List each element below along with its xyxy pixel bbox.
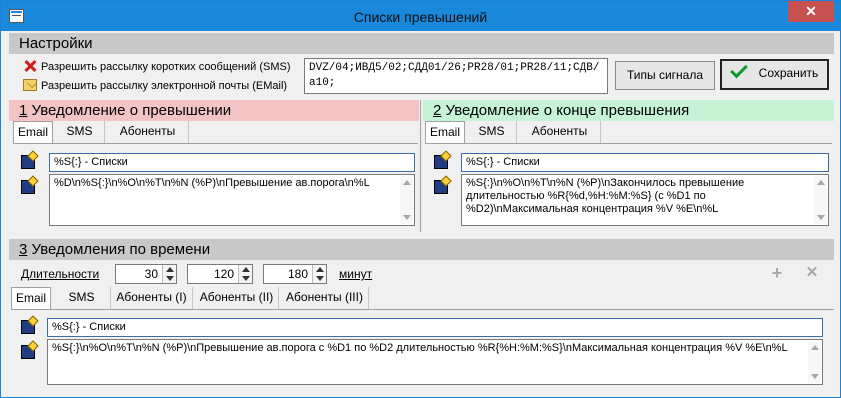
tab-sms[interactable]: SMS: [53, 287, 111, 309]
notify-end-subject[interactable]: %S{:} - Списки: [461, 153, 829, 172]
tab-email[interactable]: Email: [11, 287, 51, 310]
scroll-up-icon[interactable]: [811, 345, 819, 350]
envelope-icon: [23, 79, 37, 91]
email-toggle[interactable]: Разрешить рассылку электронной почты (EM…: [23, 79, 287, 93]
notify-end-number: 2: [433, 102, 442, 119]
template-edit-icon[interactable]: [434, 177, 450, 194]
objects-list-field[interactable]: DVZ/04;ИВД5/02;СДД01/26;PR28/01;PR28/11;…: [304, 58, 608, 94]
sms-toggle[interactable]: Разрешить рассылку коротких сообщений (S…: [23, 60, 290, 74]
tab-subscribers-2[interactable]: Абоненты (II): [195, 287, 279, 309]
template-edit-icon[interactable]: [21, 342, 37, 359]
notify-time-subject[interactable]: %S{:} - Списки: [47, 318, 823, 337]
duration-1-spinner[interactable]: 30: [115, 264, 177, 284]
x-icon[interactable]: ✕: [804, 265, 820, 281]
notify-time-tabs: Email SMS Абоненты (I) Абоненты (II) Або…: [11, 287, 834, 310]
tab-sms[interactable]: SMS: [55, 121, 105, 143]
notify-start-header: 1 Уведомление о превышении: [9, 100, 419, 121]
notify-time-body[interactable]: %S{:}\n%O\n%T\n%N (%P)\nПревышение ав.по…: [47, 339, 823, 385]
notify-end-body-text: %S{:}\n%O\n%T\n%N (%P)\nЗакончилось прев…: [466, 177, 745, 215]
scroll-down-icon[interactable]: [811, 374, 819, 379]
notify-time-title: Уведомления по времени: [31, 241, 211, 258]
tab-subscribers-3[interactable]: Абоненты (III): [281, 287, 369, 309]
email-toggle-label: Разрешить рассылку электронной почты (EM…: [41, 80, 288, 92]
notify-start-body-text: %D\n%S{:}\n%O\n%T\n%N (%P)\nПревышение а…: [54, 177, 370, 189]
durations-link[interactable]: Длительности: [21, 267, 99, 281]
plus-icon[interactable]: +: [769, 264, 785, 282]
notification-lists-window: Списки превышений ✕ Настройки Разрешить …: [0, 0, 841, 398]
spinner-arrows-icon[interactable]: [312, 265, 326, 283]
spinner-arrows-icon[interactable]: [162, 265, 176, 283]
minutes-label: минут: [339, 267, 373, 281]
scroll-up-icon[interactable]: [817, 180, 825, 185]
notify-end-header: 2 Уведомление о конце превышения: [423, 100, 834, 121]
template-edit-icon[interactable]: [434, 152, 450, 169]
scroll-down-icon[interactable]: [403, 215, 411, 220]
notify-end-title: Уведомление о конце превышения: [445, 102, 690, 119]
x-icon: [23, 60, 37, 72]
notify-time-body-text: %S{:}\n%O\n%T\n%N (%P)\nПревышение ав.по…: [52, 342, 788, 354]
tab-subscribers[interactable]: Абоненты: [519, 121, 601, 143]
tab-subscribers[interactable]: Абоненты: [107, 121, 189, 143]
notify-time-header: 3 Уведомления по времени: [9, 239, 834, 260]
scroll-up-icon[interactable]: [403, 180, 411, 185]
notify-start-title: Уведомление о превышении: [31, 102, 232, 119]
notify-start-body[interactable]: %D\n%S{:}\n%O\n%T\n%N (%P)\nПревышение а…: [49, 174, 415, 226]
settings-header-label: Настройки: [19, 35, 93, 52]
tab-sms[interactable]: SMS: [467, 121, 517, 143]
title-bar[interactable]: Списки превышений ✕: [1, 1, 840, 31]
tab-email[interactable]: Email: [425, 121, 465, 144]
settings-header: Настройки: [9, 33, 834, 54]
signal-types-button-label: Типы сигнала: [626, 68, 704, 82]
spinner-arrows-icon[interactable]: [238, 265, 252, 283]
tab-subscribers-1[interactable]: Абоненты (I): [111, 287, 193, 309]
save-button[interactable]: Сохранить: [720, 59, 829, 90]
template-edit-icon[interactable]: [21, 152, 37, 169]
scrollbar[interactable]: [400, 176, 413, 224]
scroll-down-icon[interactable]: [817, 215, 825, 220]
notify-time-number: 3: [19, 241, 28, 258]
duration-2-spinner[interactable]: 120: [187, 264, 253, 284]
scrollbar[interactable]: [808, 341, 821, 383]
notify-end-tabs: Email SMS Абоненты: [425, 121, 832, 144]
close-button[interactable]: ✕: [788, 1, 834, 22]
vertical-divider: [420, 100, 421, 232]
template-edit-icon[interactable]: [21, 317, 37, 334]
notify-end-body[interactable]: %S{:}\n%O\n%T\n%N (%P)\nЗакончилось прев…: [461, 174, 829, 226]
notify-start-subject[interactable]: %S{:} - Списки: [49, 153, 415, 172]
duration-3-spinner[interactable]: 180: [263, 264, 327, 284]
window-title: Списки превышений: [353, 9, 488, 25]
duration-3-value: 180: [287, 267, 308, 281]
signal-types-button[interactable]: Типы сигнала: [615, 61, 715, 90]
duration-2-value: 120: [213, 267, 234, 281]
tab-email[interactable]: Email: [13, 121, 53, 144]
notify-start-number: 1: [19, 102, 28, 119]
checkmark-icon: [729, 60, 748, 79]
sms-toggle-label: Разрешить рассылку коротких сообщений (S…: [41, 61, 291, 73]
template-edit-icon[interactable]: [21, 177, 37, 194]
scrollbar[interactable]: [814, 176, 827, 224]
duration-1-value: 30: [144, 267, 158, 281]
notify-start-tabs: Email SMS Абоненты: [13, 121, 418, 144]
save-button-label: Сохранить: [758, 66, 819, 80]
